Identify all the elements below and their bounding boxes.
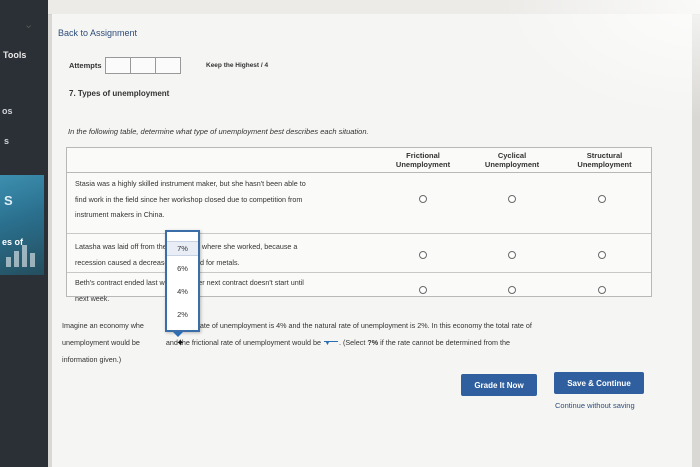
attempts-label: Attempts [69, 61, 102, 70]
unemployment-table: Frictional Unemployment Cyclical Unemplo… [66, 147, 652, 303]
column-header-cyclical: Cyclical Unemployment [484, 151, 540, 169]
dropdown-option-2[interactable]: 2% [167, 310, 198, 319]
caret-down-icon[interactable] [173, 332, 183, 337]
frictional-rate-dropdown[interactable]: ▼ [323, 334, 338, 347]
radio-beth-cyclical[interactable] [508, 286, 516, 294]
continue-without-saving-link[interactable]: Continue without saving [555, 401, 635, 410]
radio-beth-frictional[interactable] [419, 286, 427, 294]
total-rate-dropdown-list[interactable]: 7% 6% 4% 2% [165, 230, 200, 332]
keep-highest-label: Keep the Highest / 4 [206, 62, 269, 69]
attempts-indicator [105, 57, 181, 74]
bar-chart-icon [4, 245, 38, 267]
row-divider [67, 272, 651, 273]
radio-latasha-structural[interactable] [598, 251, 606, 259]
dropdown-option-7[interactable]: 7% [167, 241, 198, 256]
caret-down-icon: ▼ [323, 340, 331, 347]
rate-question-paragraph: Imagine an economy whe yclical rate of un… [62, 321, 532, 364]
table-row-beth-text: Beth's contract ended last week, and her… [75, 278, 304, 303]
assignment-page: Back to Assignment Attempts Keep the Hig… [52, 14, 692, 467]
back-to-assignment-link[interactable]: Back to Assignment [58, 28, 137, 38]
column-header-structural: Structural Unemployment [577, 151, 632, 169]
radio-stasia-frictional[interactable] [419, 195, 427, 203]
sidebar-tile-letter: S [4, 193, 13, 208]
radio-latasha-frictional[interactable] [419, 251, 427, 259]
attempt-box [130, 57, 156, 74]
column-header-frictional: Frictional Unemployment [395, 151, 451, 169]
question-title: 7. Types of unemployment [69, 89, 170, 98]
radio-beth-structural[interactable] [598, 286, 606, 294]
table-row-stasia-text: Stasia was a highly skilled instrument m… [75, 179, 306, 219]
sidebar-ebook-tile[interactable]: S es of [0, 175, 44, 275]
radio-stasia-cyclical[interactable] [508, 195, 516, 203]
row-divider [67, 233, 651, 234]
left-sidebar: Tools os s S es of [0, 0, 48, 467]
dropdown-option-6[interactable]: 6% [167, 264, 198, 273]
sidebar-tools-label[interactable]: Tools [3, 50, 26, 60]
attempt-box [155, 57, 181, 74]
sidebar-fragment-os: os [2, 106, 13, 116]
radio-stasia-structural[interactable] [598, 195, 606, 203]
table-row-latasha-text: Latasha was laid off from the gold mine … [75, 242, 298, 267]
mouse-cursor-icon: ✦ [176, 338, 185, 349]
header-divider [67, 172, 651, 173]
chevron-down-icon[interactable]: ⌄ [24, 18, 33, 31]
question-instruction: In the following table, determine what t… [68, 127, 369, 136]
attempt-box [105, 57, 131, 74]
dropdown-option-4[interactable]: 4% [167, 287, 198, 296]
radio-latasha-cyclical[interactable] [508, 251, 516, 259]
sidebar-fragment-s: s [4, 136, 10, 146]
save-and-continue-button[interactable]: Save & Continue [554, 372, 644, 394]
top-strip [48, 0, 700, 15]
grade-it-now-button[interactable]: Grade It Now [461, 374, 537, 396]
